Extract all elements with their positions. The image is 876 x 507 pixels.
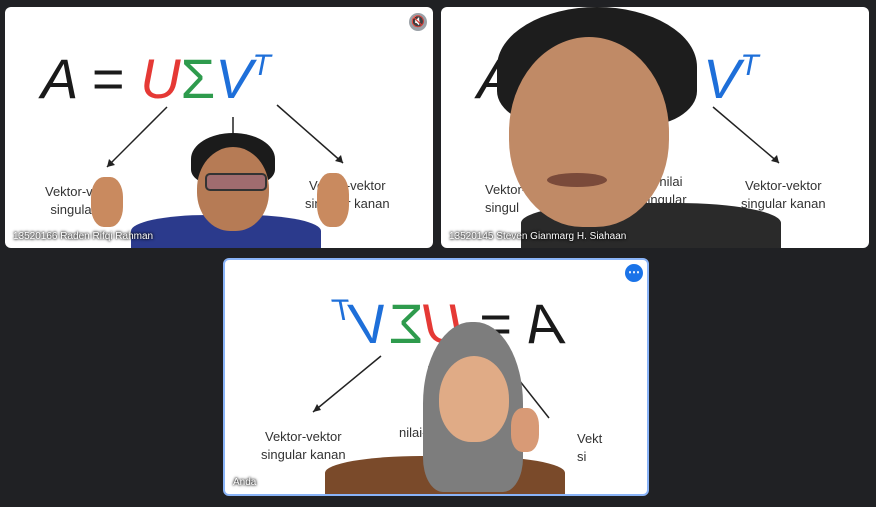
glasses xyxy=(205,173,267,191)
mouth xyxy=(547,173,607,187)
participant-name: Anda xyxy=(233,477,257,488)
slide-label-right: Vekt si xyxy=(577,431,603,464)
participant-face xyxy=(509,37,669,227)
video-tile-steven[interactable]: A VT Vektor-singul ai-nilai singular Vekt… xyxy=(441,7,869,248)
slide-label-left: Vektor-vektor singular kanan xyxy=(261,429,346,462)
more-options-icon[interactable]: ⋯ xyxy=(625,264,643,282)
thumb-left xyxy=(91,177,123,227)
slide-label-right: Vektor-vektorsingular kanan xyxy=(741,178,826,211)
mic-off-icon: 🔇 xyxy=(409,13,427,31)
participant-face xyxy=(439,356,509,442)
participant-name: 13520166 Raden Rifqi Rahman xyxy=(13,231,154,242)
thumb-right xyxy=(317,173,349,227)
video-tile-rifqi[interactable]: A = UΣVT Vektor-vektorsingular kiri Vekt… xyxy=(5,7,433,248)
video-tile-self[interactable]: A = UΣVT Vektor-vektorsingular kanan nil… xyxy=(223,258,649,496)
participant-name: 13520145 Steven Gianmarg H. Siahaan xyxy=(449,231,627,242)
peace-sign-hand xyxy=(511,408,539,452)
